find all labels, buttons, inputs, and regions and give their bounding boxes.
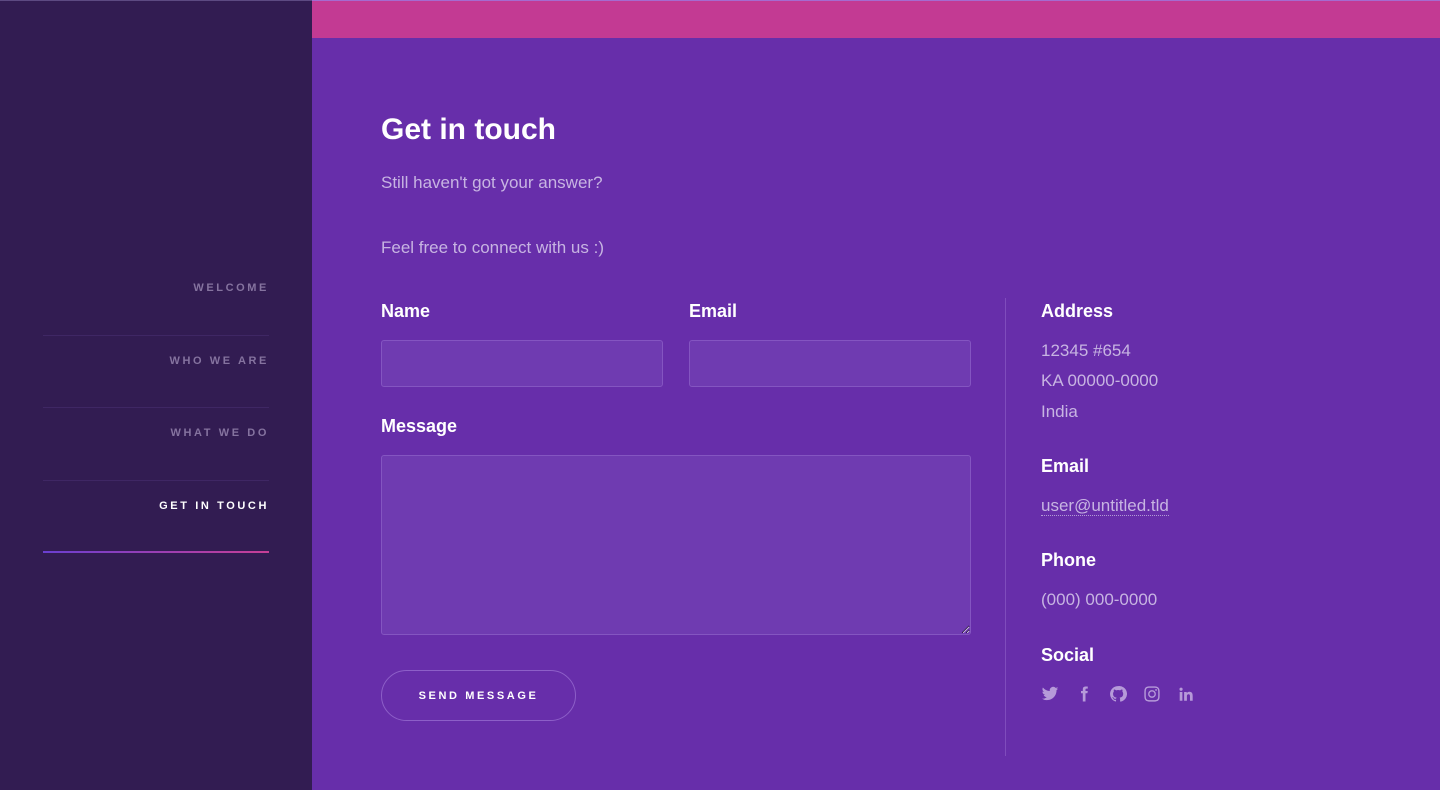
github-icon[interactable] — [1109, 684, 1143, 704]
email-input[interactable] — [689, 340, 971, 387]
phone-heading: Phone — [1041, 550, 1097, 570]
phone-text: (000) 000-0000 — [1041, 590, 1158, 609]
intro-text-2: Feel free to connect with us :) — [381, 238, 604, 257]
linkedin-icon[interactable] — [1177, 684, 1211, 704]
nav-item-get-in-touch[interactable]: Get in touch — [43, 480, 269, 553]
nav-item-welcome[interactable]: Welcome — [43, 263, 269, 336]
column-divider — [1005, 298, 1006, 756]
page-title: Get in touch — [381, 113, 556, 146]
social-heading: Social — [1041, 645, 1095, 665]
send-message-button[interactable]: Send Message — [381, 670, 576, 721]
nav-item-label: Welcome — [193, 282, 269, 294]
address-line-2: KA 00000-0000 — [1041, 371, 1159, 390]
nav-item-label: Get in touch — [159, 499, 269, 512]
social-links — [1041, 684, 1211, 704]
email-label: Email — [689, 301, 738, 321]
email-link[interactable]: user@untitled.tld — [1041, 496, 1169, 516]
email-text: user@untitled.tld — [1041, 496, 1169, 516]
name-label: Name — [381, 301, 431, 321]
send-message-label: Send Message — [418, 689, 539, 702]
email-heading: Email — [1041, 456, 1090, 476]
name-input[interactable] — [381, 340, 663, 387]
twitter-icon[interactable] — [1041, 684, 1075, 704]
accent-top-bar — [312, 0, 1440, 38]
nav-item-label: What we do — [170, 427, 269, 439]
address-line-1: 12345 #654 — [1041, 341, 1131, 360]
nav-item-label: Who we are — [169, 354, 269, 367]
message-textarea[interactable] — [381, 455, 971, 635]
address-heading: Address — [1041, 301, 1114, 321]
address-line-3: India — [1041, 402, 1078, 421]
facebook-icon[interactable] — [1075, 684, 1109, 704]
nav-item-what-we-do[interactable]: What we do — [43, 408, 269, 481]
instagram-icon[interactable] — [1143, 684, 1177, 704]
intro-text-1: Still haven't got your answer? — [381, 173, 603, 192]
nav-item-who-we-are[interactable]: Who we are — [43, 336, 269, 408]
message-label: Message — [381, 416, 458, 436]
sidebar: Welcome Who we are What we do Get in tou… — [0, 0, 312, 790]
sidebar-nav: Welcome Who we are What we do Get in tou… — [43, 263, 269, 553]
